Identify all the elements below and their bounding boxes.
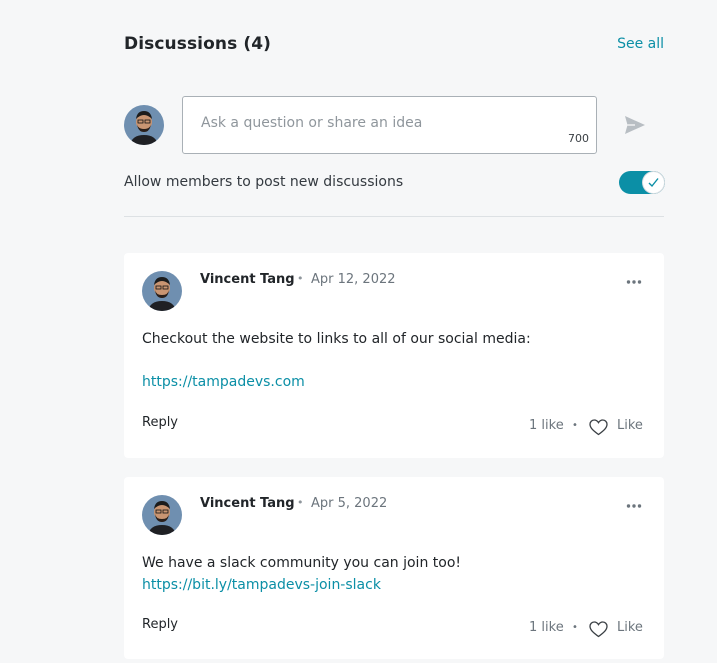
- more-options-icon[interactable]: [626, 503, 642, 509]
- reply-button[interactable]: Reply: [142, 415, 178, 430]
- discussions-header: Discussions (4) See all: [124, 34, 664, 58]
- discussion-composer: 700: [182, 96, 597, 154]
- discussion-card: Vincent Tang • Apr 12, 2022 Checkout the…: [124, 253, 664, 458]
- heart-icon: [589, 419, 608, 436]
- char-limit-counter: 700: [568, 132, 589, 145]
- post-date: Apr 5, 2022: [311, 496, 388, 511]
- check-icon: [648, 178, 659, 188]
- like-count: 1 like: [529, 620, 564, 635]
- meta-separator: •: [297, 272, 304, 285]
- current-user-avatar: [124, 105, 164, 145]
- post-link[interactable]: https://tampadevs.com: [142, 374, 305, 390]
- discussion-card: Vincent Tang • Apr 5, 2022 We have a sla…: [124, 477, 664, 659]
- allow-posts-label: Allow members to post new discussions: [124, 174, 404, 190]
- see-all-link[interactable]: See all: [617, 36, 664, 52]
- heart-icon: [589, 621, 608, 638]
- like-label: Like: [617, 620, 643, 635]
- author-avatar: [142, 271, 182, 311]
- post-text: We have a slack community you can join t…: [142, 555, 462, 571]
- post-link[interactable]: https://bit.ly/tampadevs-join-slack: [142, 577, 381, 593]
- like-label: Like: [617, 418, 643, 433]
- discussions-page: Discussions (4) See all 700 Allow member…: [0, 0, 717, 663]
- reply-button[interactable]: Reply: [142, 617, 178, 632]
- like-separator: •: [572, 420, 578, 431]
- allow-posts-toggle[interactable]: [619, 171, 665, 194]
- send-icon[interactable]: [622, 112, 648, 138]
- like-separator: •: [572, 622, 578, 633]
- meta-separator: •: [297, 496, 304, 509]
- author-avatar: [142, 495, 182, 535]
- like-button[interactable]: Like: [589, 418, 649, 436]
- post-text: Checkout the website to links to all of …: [142, 331, 531, 347]
- divider: [124, 216, 664, 217]
- author-name[interactable]: Vincent Tang: [200, 496, 295, 511]
- discussion-input[interactable]: [183, 97, 596, 153]
- post-date: Apr 12, 2022: [311, 272, 396, 287]
- like-button[interactable]: Like: [589, 620, 649, 638]
- author-name[interactable]: Vincent Tang: [200, 272, 295, 287]
- more-options-icon[interactable]: [626, 279, 642, 285]
- page-title: Discussions (4): [124, 34, 271, 54]
- toggle-knob: [643, 172, 664, 193]
- like-count: 1 like: [529, 418, 564, 433]
